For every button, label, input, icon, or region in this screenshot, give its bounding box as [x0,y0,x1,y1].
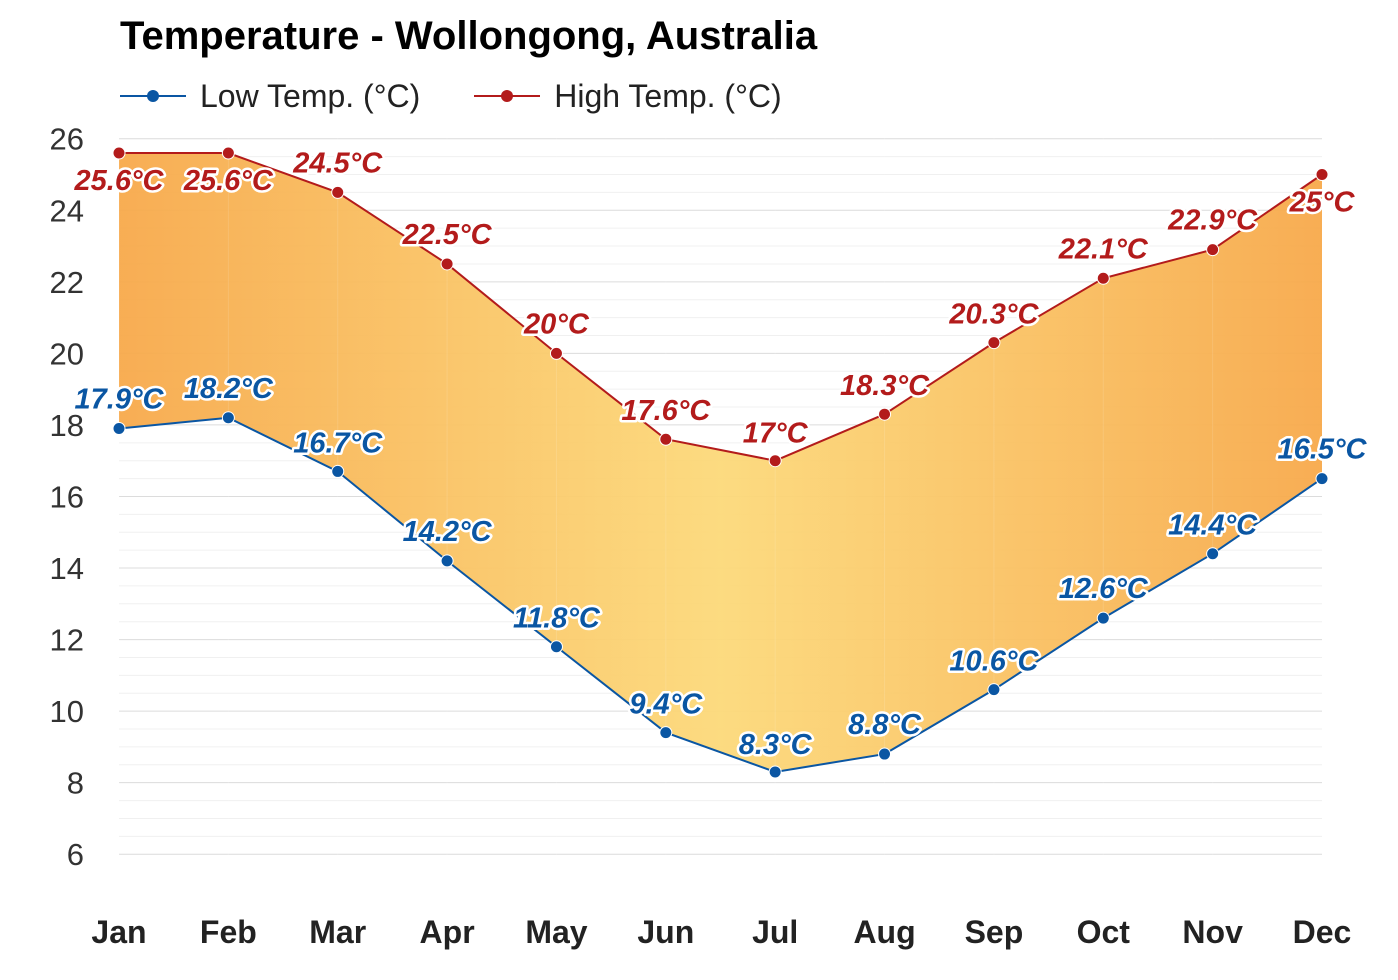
low-temp-point-aug[interactable] [878,747,892,761]
low-temp-label-aug: 8.8°C [848,709,922,741]
y-tick-label: 6 [67,837,84,872]
low-temp-label-mar: 16.7°C [293,427,383,459]
low-temp-point-nov[interactable] [1206,547,1220,561]
high-temp-label-jul: 17°C [743,418,809,450]
y-tick-label: 10 [50,694,84,729]
low-temp-point-may[interactable] [549,640,563,654]
x-axis: Jan Feb Mar Apr May Jun Jul Aug Sep Oct Nov Dec [91,914,1351,950]
x-tick-label-feb: Feb [200,914,257,950]
y-tick-label: 14 [50,551,84,586]
high-temp-point-mar[interactable] [331,185,345,199]
low-temp-point-sep[interactable] [987,683,1001,697]
low-temp-point-jan[interactable] [112,422,126,436]
x-tick-label-aug: Aug [853,914,915,950]
y-axis: 6 8 10 12 14 16 18 20 22 24 26 [50,122,84,872]
temperature-chart: 25.6°C 25.6°C 24.5°C 22.5°C 20°C 17.6°C 17°C 18… [50,122,1371,950]
high-temp-point-feb[interactable] [221,146,235,160]
high-temp-point-jan[interactable] [112,146,126,160]
low-temp-label-dec: 16.5°C [1278,434,1368,466]
high-temp-label-aug: 18.3°C [840,370,930,402]
x-tick-label-may: May [525,914,587,950]
high-temp-label-nov: 22.9°C [1167,205,1258,237]
low-temp-label-nov: 14.4°C [1168,510,1258,542]
x-tick-label-dec: Dec [1293,914,1352,950]
x-tick-label-apr: Apr [420,914,475,950]
y-tick-label: 16 [50,479,84,514]
low-temp-point-apr[interactable] [440,554,454,568]
high-temp-label-jan: 25.6°C [74,165,165,197]
low-temp-label-jul: 8.3°C [739,729,813,761]
low-temp-label-jan: 17.9°C [75,384,165,416]
y-tick-label: 22 [50,265,84,300]
high-temp-point-nov[interactable] [1206,243,1220,257]
x-tick-label-mar: Mar [309,914,366,950]
low-temp-label-sep: 10.6°C [949,646,1039,678]
low-temp-label-feb: 18.2°C [184,373,274,405]
low-temp-label-may: 11.8°C [513,603,601,635]
high-temp-label-apr: 22.5°C [402,219,493,251]
x-tick-label-oct: Oct [1077,914,1131,950]
y-tick-label: 12 [50,623,84,658]
low-temp-label-jun: 9.4°C [629,689,703,721]
x-tick-label-sep: Sep [965,914,1024,950]
low-temp-point-feb[interactable] [221,411,235,425]
low-temp-point-jun[interactable] [659,726,673,740]
high-temp-point-may[interactable] [549,346,563,360]
high-temp-point-dec[interactable] [1315,168,1329,182]
low-temp-point-dec[interactable] [1315,472,1329,486]
high-temp-point-jun[interactable] [659,432,673,446]
high-temp-label-may: 20°C [523,308,590,340]
x-tick-label-jun: Jun [637,914,694,950]
high-temp-point-aug[interactable] [878,407,892,421]
high-temp-point-jul[interactable] [768,454,782,468]
low-temp-label-apr: 14.2°C [403,516,493,548]
high-temp-label-sep: 20.3°C [948,299,1039,331]
x-tick-label-jul: Jul [752,914,798,950]
high-temp-point-oct[interactable] [1096,271,1110,285]
high-temp-label-dec: 25°C [1289,187,1356,219]
high-temp-point-apr[interactable] [440,257,454,271]
y-tick-label: 8 [67,766,84,801]
high-temp-label-feb: 25.6°C [183,165,274,197]
low-temp-label-oct: 12.6°C [1059,573,1149,605]
high-temp-label-mar: 24.5°C [292,147,383,179]
x-tick-label-jan: Jan [91,914,146,950]
low-temp-point-jul[interactable] [768,765,782,779]
low-temp-point-oct[interactable] [1096,611,1110,625]
y-tick-label: 20 [50,336,84,371]
high-temp-point-sep[interactable] [987,336,1001,350]
y-tick-label: 26 [50,122,84,157]
low-temp-point-mar[interactable] [331,464,345,478]
high-temp-label-jun: 17.6°C [621,395,711,427]
x-tick-label-nov: Nov [1182,914,1243,950]
y-tick-label: 24 [50,193,84,228]
high-temp-label-oct: 22.1°C [1058,233,1149,265]
y-tick-label: 18 [50,408,84,443]
